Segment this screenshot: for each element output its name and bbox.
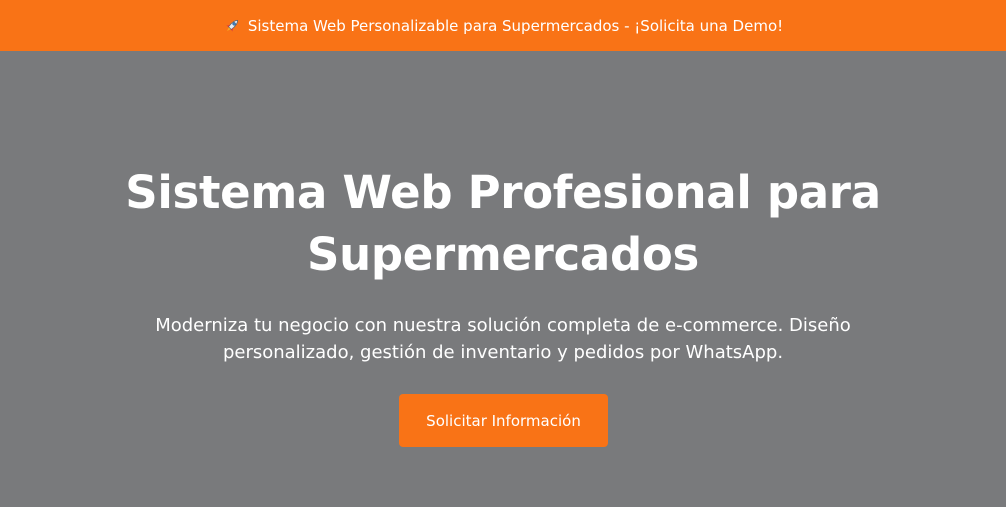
hero-subtitle: Moderniza tu negocio con nuestra solució… (155, 315, 851, 363)
promo-banner-link[interactable]: Sistema Web Personalizable para Supermer… (0, 0, 1006, 51)
request-info-button[interactable]: Solicitar Información (399, 394, 608, 447)
rocket-icon (223, 17, 241, 35)
hero-section: Sistema Web Profesional para Supermercad… (0, 51, 1006, 507)
promo-banner-text: Sistema Web Personalizable para Supermer… (247, 16, 784, 35)
hero-title: Sistema Web Profesional para Supermercad… (125, 166, 881, 281)
